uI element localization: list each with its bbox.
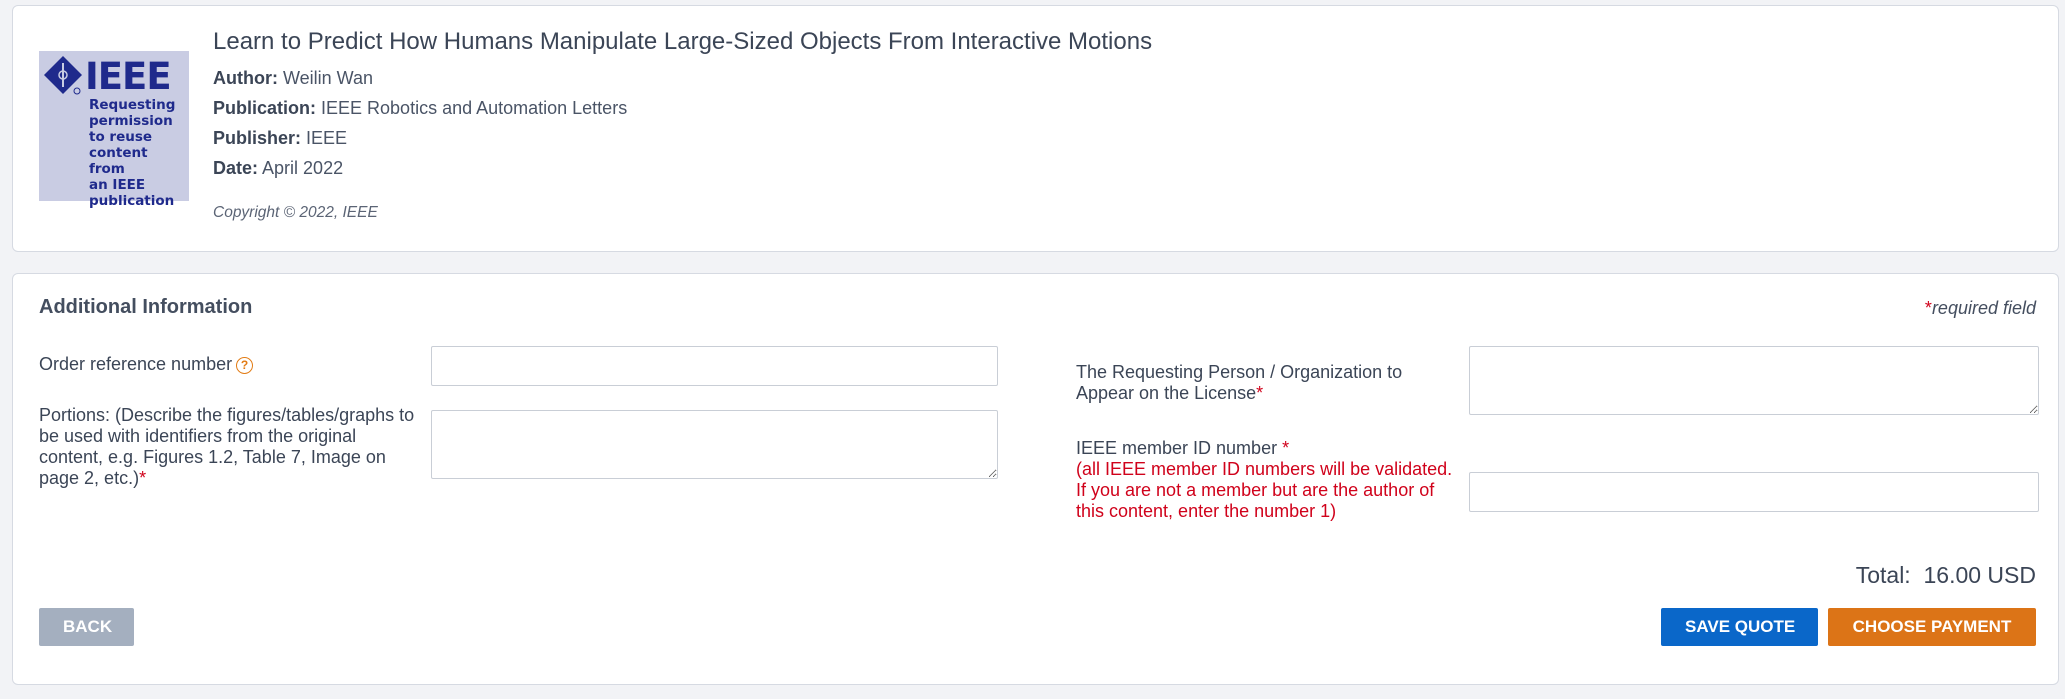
order-reference-label-text: Order reference number	[39, 354, 233, 374]
total-value: 16.00 USD	[1923, 562, 2036, 588]
requester-required-asterisk: *	[1256, 383, 1264, 403]
date-label: Date:	[213, 158, 259, 178]
ieee-member-id-label: IEEE member ID number *	[1076, 438, 1289, 459]
publication-row: Publication: IEEE Robotics and Automatio…	[213, 98, 627, 119]
order-reference-input[interactable]	[431, 346, 998, 386]
portions-label: Portions: (Describe the figures/tables/g…	[39, 405, 424, 489]
publisher-label: Publisher:	[213, 128, 302, 148]
back-button[interactable]: BACK	[39, 608, 134, 646]
author-value: Weilin Wan	[283, 68, 374, 88]
date-row: Date: April 2022	[213, 158, 343, 179]
total-label: Total:	[1855, 562, 1911, 588]
publication-value: IEEE Robotics and Automation Letters	[321, 98, 628, 118]
portions-textarea[interactable]	[431, 410, 998, 479]
required-note-text: required field	[1931, 298, 2036, 318]
publication-label: Publication:	[213, 98, 316, 118]
requester-textarea[interactable]	[1469, 346, 2039, 415]
publication-title: Learn to Predict How Humans Manipulate L…	[213, 28, 1153, 55]
required-asterisk: *	[1924, 298, 1932, 318]
requester-label-text: The Requesting Person / Organization to …	[1076, 362, 1403, 403]
copyright-notice: Copyright © 2022, IEEE	[213, 204, 378, 221]
order-total: Total: 16.00 USD	[1856, 562, 2036, 589]
author-label: Author:	[213, 68, 278, 88]
author-row: Author: Weilin Wan	[213, 68, 373, 89]
portions-required-asterisk: *	[139, 468, 147, 488]
date-value: April 2022	[262, 158, 344, 178]
ieee-logo: IEEE Requesting permission to reuse cont…	[39, 51, 189, 209]
question-circle-icon[interactable]: ?	[236, 356, 254, 374]
requester-label: The Requesting Person / Organization to …	[1076, 362, 1436, 404]
order-reference-label: Order reference number?	[39, 354, 254, 375]
required-field-note: *required field	[1925, 298, 2036, 319]
save-quote-button[interactable]: SAVE QUOTE	[1661, 608, 1818, 646]
section-title: Additional Information	[39, 296, 253, 318]
publication-info-card: IEEE Requesting permission to reuse cont…	[12, 5, 2059, 252]
logo-caption: Requesting permission to reuse content f…	[89, 97, 176, 209]
logo-word: IEEE	[85, 55, 172, 98]
publisher-value: IEEE	[306, 128, 348, 148]
publisher-row: Publisher: IEEE	[213, 128, 347, 149]
additional-information-form: Additional Information *required field O…	[12, 273, 2059, 685]
ieee-member-id-label-text: IEEE member ID number	[1076, 438, 1283, 458]
ieee-member-id-note: (all IEEE member ID numbers will be vali…	[1076, 459, 1453, 521]
choose-payment-button[interactable]: CHOOSE PAYMENT	[1828, 608, 2036, 646]
portions-label-text: Portions: (Describe the figures/tables/g…	[39, 405, 415, 488]
ieee-member-id-input[interactable]	[1469, 472, 2039, 512]
ieee-member-id-required-asterisk: *	[1282, 438, 1290, 458]
